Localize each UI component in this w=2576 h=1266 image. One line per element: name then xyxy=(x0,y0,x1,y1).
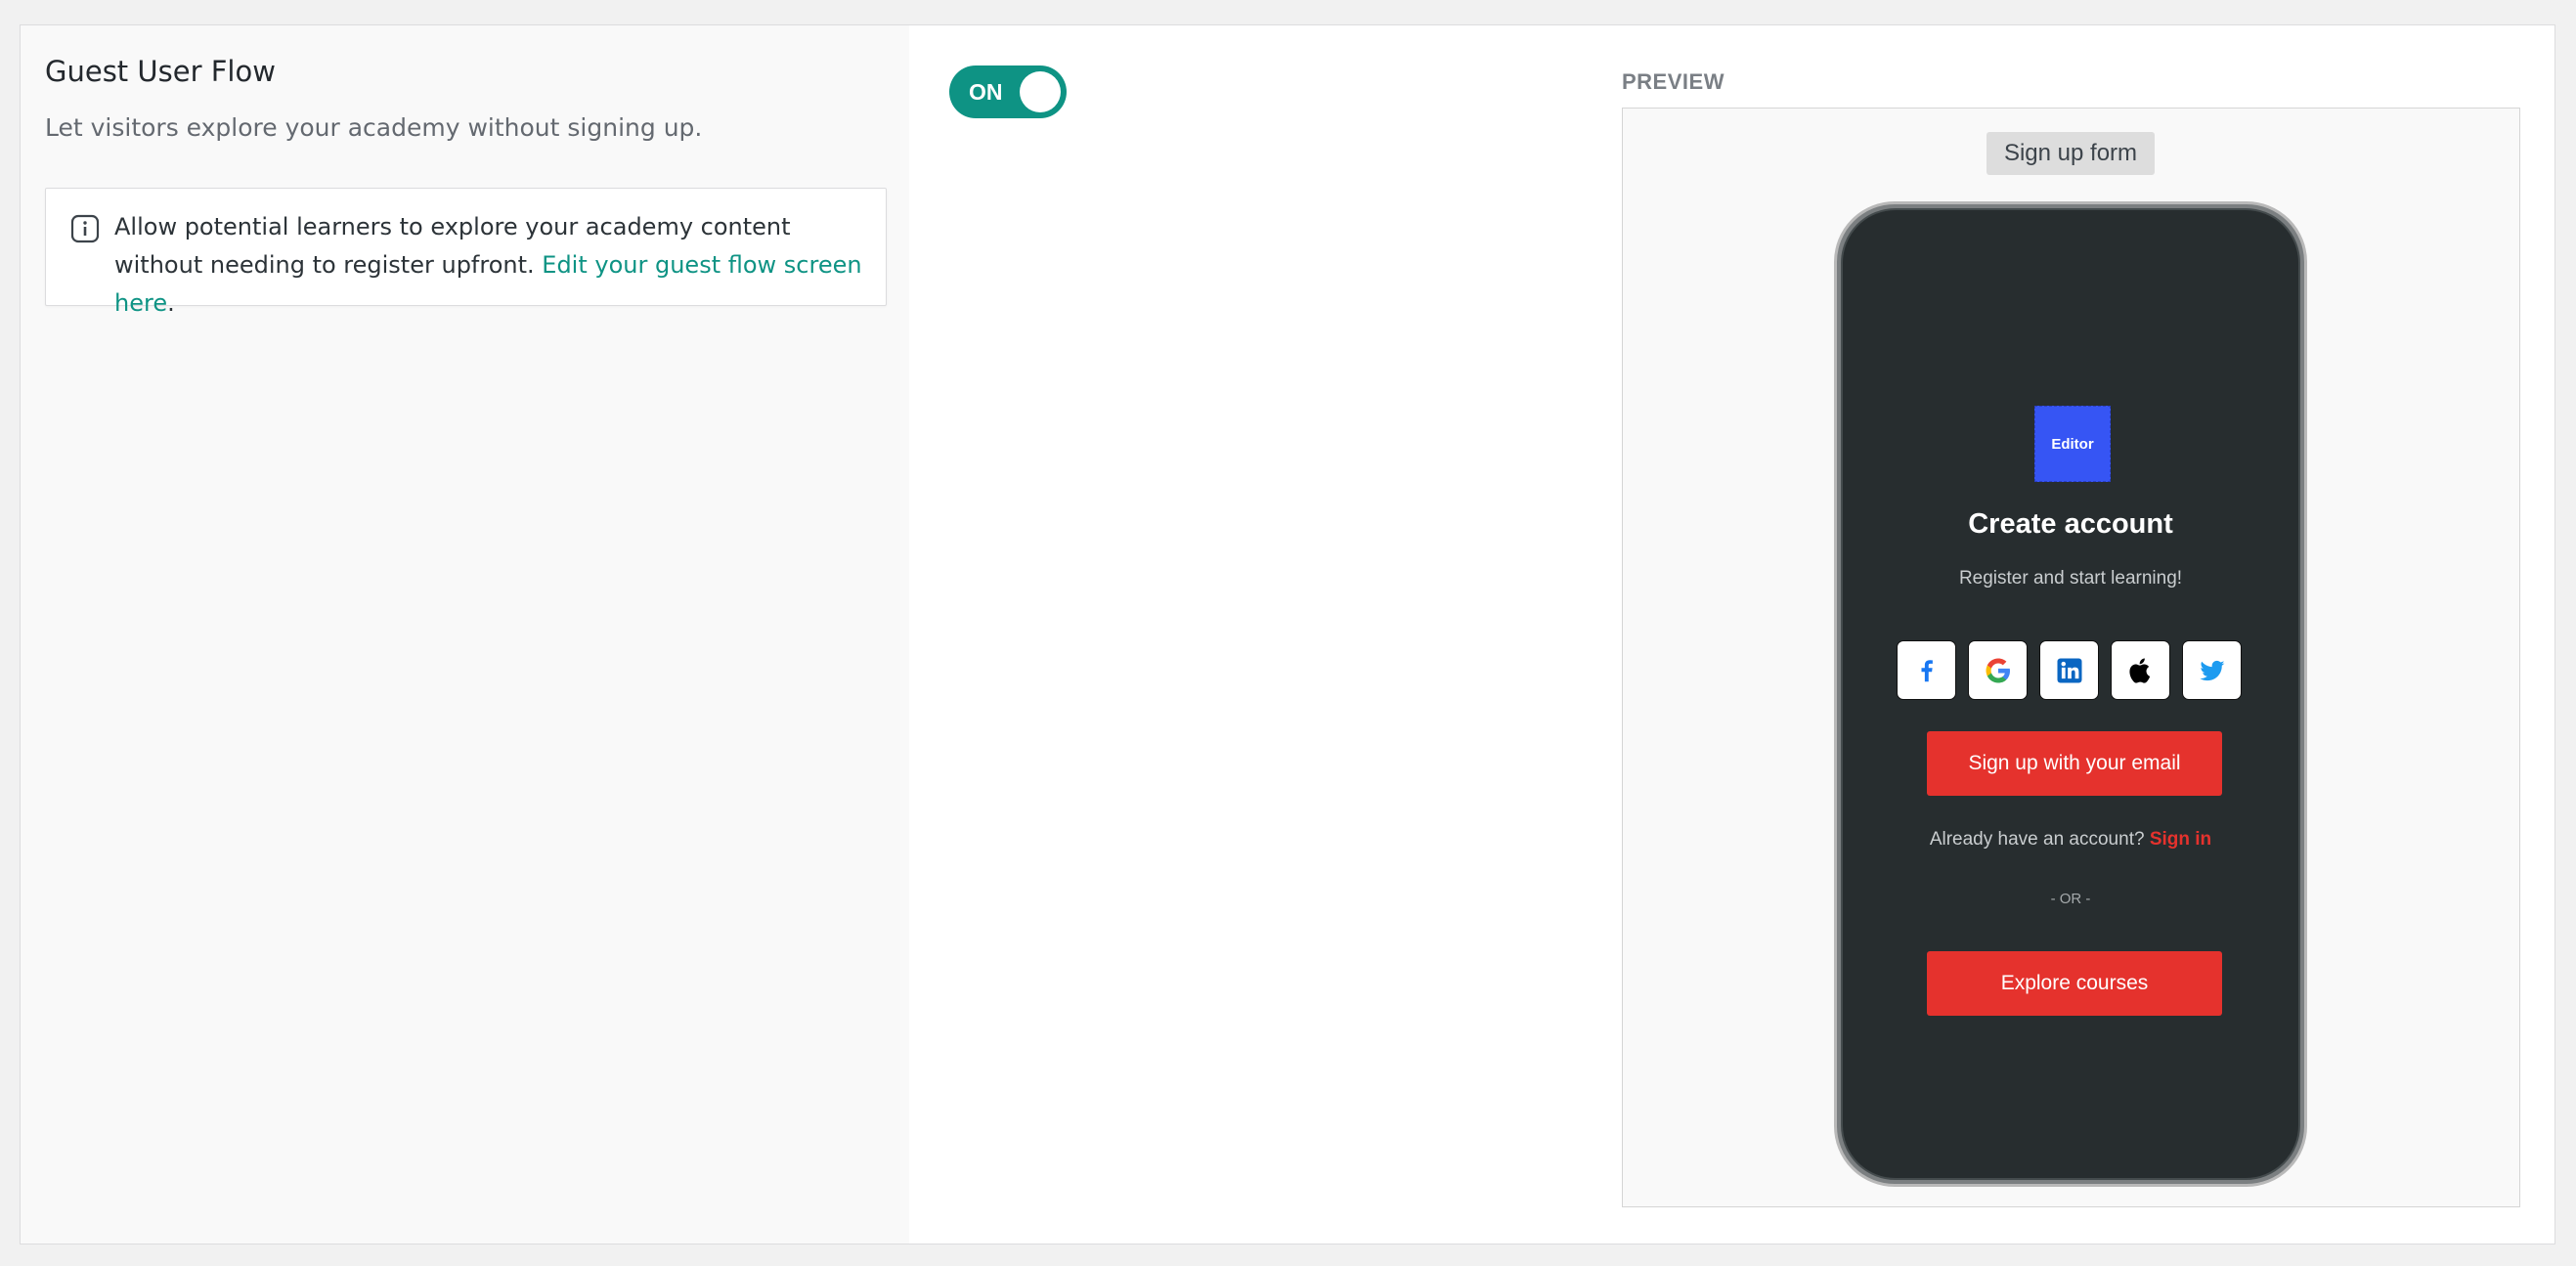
linkedin-login-button[interactable] xyxy=(2039,640,2099,700)
facebook-login-button[interactable] xyxy=(1897,640,1956,700)
phone-screen: Editor Create account Register and start… xyxy=(1841,208,2300,1180)
section-title: Guest User Flow xyxy=(45,55,276,88)
section-description: Let visitors explore your academy withou… xyxy=(45,113,703,142)
linkedin-icon xyxy=(2057,658,2081,682)
toggle-knob xyxy=(1020,71,1061,112)
guest-flow-toggle[interactable]: ON xyxy=(949,65,1067,118)
signup-title: Create account xyxy=(1968,508,2173,540)
settings-description-panel: Guest User Flow Let visitors explore you… xyxy=(21,25,909,1244)
signup-email-button[interactable]: Sign up with your email xyxy=(1927,731,2222,796)
info-text: Allow potential learners to explore your… xyxy=(114,208,872,323)
signin-link[interactable]: Sign in xyxy=(2150,829,2211,850)
signin-prompt: Already have an account? Sign in xyxy=(1843,829,2298,851)
phone-frame: Editor Create account Register and start… xyxy=(1834,201,2307,1187)
facebook-icon xyxy=(1921,659,1933,681)
preview-tag: Sign up form xyxy=(1987,132,2155,175)
google-icon xyxy=(1986,658,2010,682)
info-trailing: . xyxy=(167,289,175,317)
signin-prompt-text: Already have an account? xyxy=(1929,829,2145,850)
apple-login-button[interactable] xyxy=(2111,640,2170,700)
apple-icon xyxy=(2128,657,2150,683)
or-divider: - OR - xyxy=(2050,891,2091,907)
preview-panel: Sign up form Editor Create account Regis… xyxy=(1622,108,2520,1207)
toggle-label: ON xyxy=(969,79,1003,105)
academy-logo: Editor xyxy=(2034,406,2111,482)
guest-flow-card: Guest User Flow Let visitors explore you… xyxy=(20,24,2555,1244)
google-login-button[interactable] xyxy=(1968,640,2028,700)
social-login-row xyxy=(1897,640,2249,702)
explore-courses-button[interactable]: Explore courses xyxy=(1927,951,2222,1016)
info-notice: Allow potential learners to explore your… xyxy=(45,188,887,317)
preview-label: PREVIEW xyxy=(1622,69,1725,94)
info-icon xyxy=(70,214,100,243)
twitter-icon xyxy=(2199,660,2224,680)
twitter-login-button[interactable] xyxy=(2182,640,2242,700)
signup-subtitle: Register and start learning! xyxy=(1958,568,2183,589)
